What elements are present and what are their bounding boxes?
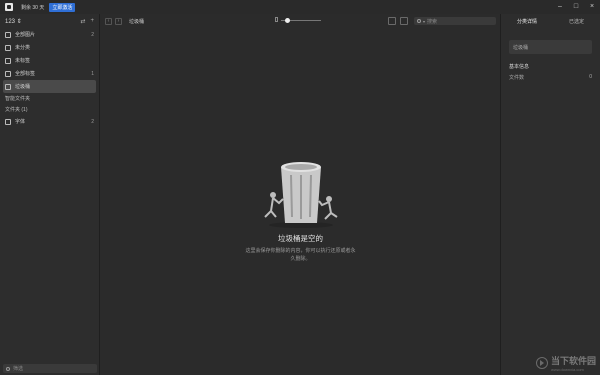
filter-placeholder: 筛选 — [13, 366, 24, 372]
sidebar: 123 ⇕ ⇄ + 全部图片 2 未分类 未标签 全部标签 1 垃圾桶 智能文件… — [0, 14, 100, 375]
main-content: ‹ › 垃圾桶 ▾ 搜索 垃圾桶是空的 这里会保存你删除的内容，你可以执行还原或… — [101, 14, 500, 375]
folder-label: 字体 — [15, 119, 26, 125]
zoom-slider-handle[interactable] — [285, 18, 290, 23]
breadcrumb: 垃圾桶 — [129, 18, 145, 25]
activate-button[interactable]: 立即激活 — [49, 2, 76, 12]
sidebar-item-trash[interactable]: 垃圾桶 — [3, 80, 96, 93]
maximize-button[interactable]: □ — [568, 0, 584, 14]
library-header: 123 ⇕ ⇄ + — [0, 14, 99, 28]
sidebar-item-count: 2 — [91, 31, 94, 38]
sidebar-filter-input[interactable]: 筛选 — [3, 364, 97, 373]
sidebar-item-label: 未标签 — [15, 58, 31, 64]
sidebar-folder-fonts[interactable]: 字体 2 — [0, 115, 99, 128]
toolbar: ‹ › 垃圾桶 ▾ 搜索 — [101, 14, 500, 28]
sidebar-item-all-tags[interactable]: 全部标签 1 — [0, 67, 99, 80]
search-input[interactable]: ▾ 搜索 — [414, 17, 496, 25]
sidebar-item-all-images[interactable]: 全部图片 2 — [0, 28, 99, 41]
file-count-label: 文件数 — [509, 75, 525, 81]
library-switcher[interactable]: 123 ⇕ — [5, 18, 22, 25]
sync-icon[interactable]: ⇄ — [80, 18, 85, 25]
watermark-logo-icon — [535, 357, 548, 369]
title-bar: 剩余 30 天 立即激活 – □ × — [0, 0, 600, 14]
tag-icon — [5, 70, 11, 77]
basic-info-header: 基本信息 — [509, 64, 530, 70]
close-button[interactable]: × — [584, 0, 600, 14]
chevron-down-icon: ▾ — [423, 18, 426, 24]
folders-header[interactable]: 文件夹 (1) — [0, 104, 99, 115]
folder-name-field[interactable]: 垃圾桶 — [509, 40, 592, 54]
sidebar-item-uncategorized[interactable]: 未分类 — [0, 41, 99, 54]
watermark-url: www.downxia.com — [550, 367, 584, 372]
sidebar-item-label: 未分类 — [15, 45, 31, 51]
images-icon — [5, 31, 11, 38]
tab-selected[interactable]: 已选定 — [569, 18, 584, 25]
window-controls: – □ × — [552, 0, 600, 14]
add-icon[interactable]: + — [90, 18, 94, 25]
empty-state-title: 垃圾桶是空的 — [278, 234, 323, 243]
search-icon — [417, 19, 421, 23]
sidebar-item-label: 垃圾桶 — [15, 84, 31, 90]
zoom-slider[interactable] — [281, 18, 321, 23]
sort-icon[interactable] — [388, 17, 396, 25]
file-count-value: 0 — [589, 74, 592, 80]
app-logo-icon — [5, 3, 13, 11]
inspector-tabs: 分类详情 已选定 — [501, 14, 600, 28]
forward-button[interactable]: › — [115, 17, 122, 25]
folder-count: 2 — [91, 118, 94, 125]
trash-icon — [5, 83, 11, 90]
uncategorized-icon — [5, 44, 11, 51]
smart-folders-header[interactable]: 智能文件夹 — [0, 93, 99, 104]
untagged-icon — [5, 57, 11, 64]
search-placeholder: 搜索 — [427, 18, 438, 25]
tab-folder-details[interactable]: 分类详情 — [517, 18, 537, 25]
file-count-row: 文件数 0 — [509, 74, 592, 81]
zoom-small-icon — [275, 17, 278, 22]
sidebar-item-label: 全部标签 — [15, 71, 36, 77]
watermark: 当下软件园 www.downxia.com — [535, 354, 596, 372]
sidebar-item-label: 全部图片 — [15, 32, 36, 38]
minimize-button[interactable]: – — [552, 0, 568, 14]
empty-state-description: 这里会保存你删除的内容，你可以执行还原或者永 久删除。 — [101, 247, 500, 263]
sidebar-item-count: 1 — [91, 70, 94, 77]
empty-state-description-line2: 久删除。 — [290, 256, 311, 262]
sidebar-item-untagged[interactable]: 未标签 — [0, 54, 99, 67]
empty-trash-illustration-icon — [263, 162, 338, 228]
search-icon — [6, 366, 10, 371]
back-button[interactable]: ‹ — [105, 17, 112, 25]
trial-days-text: 剩余 30 天 — [21, 4, 45, 11]
empty-state: 垃圾桶是空的 这里会保存你删除的内容，你可以执行还原或者永 久删除。 — [101, 159, 500, 263]
folder-icon — [5, 118, 11, 125]
empty-state-description-line1: 这里会保存你删除的内容，你可以执行还原或者永 — [245, 248, 356, 254]
watermark-title: 当下软件园 — [550, 356, 596, 366]
filter-icon[interactable] — [400, 17, 408, 25]
inspector-panel: 分类详情 已选定 垃圾桶 基本信息 文件数 0 当下软件园 www.downxi… — [500, 14, 600, 375]
